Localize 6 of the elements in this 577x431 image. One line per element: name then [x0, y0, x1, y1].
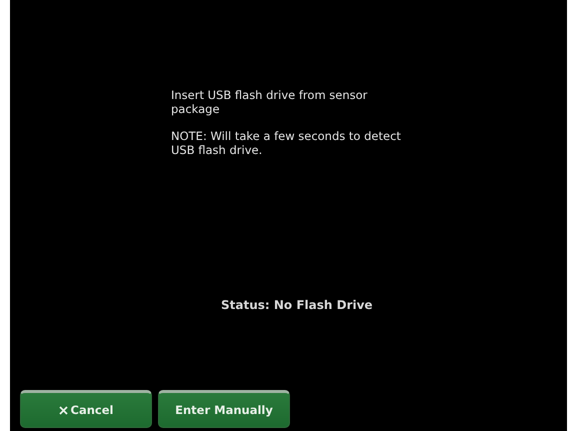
close-icon: [58, 406, 68, 414]
instruction-text: Insert USB flash drive from sensor package: [171, 88, 368, 116]
cancel-button[interactable]: Cancel: [20, 390, 152, 428]
instruction-text: NOTE: Will take a few seconds to detect USB flash drive.: [171, 129, 402, 157]
enter-manually-button[interactable]: Enter Manually: [158, 390, 290, 428]
status-text: Status: No Flash Drive: [221, 298, 374, 312]
